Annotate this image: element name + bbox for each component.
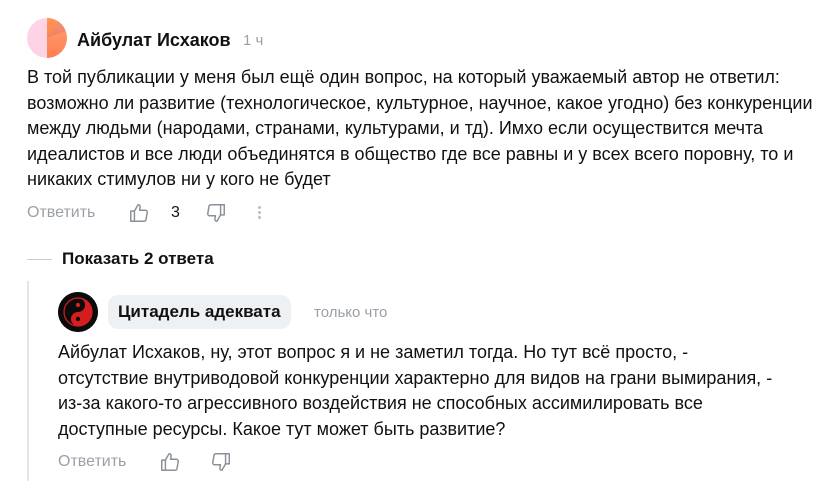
thumbs-up-icon	[130, 204, 148, 222]
reply-avatar[interactable]	[58, 292, 98, 332]
yin-yang-icon	[58, 292, 98, 332]
reply-dislike-button[interactable]	[210, 451, 232, 473]
dislike-button[interactable]	[205, 202, 227, 224]
thread-line	[27, 281, 29, 481]
like-button[interactable]	[128, 202, 150, 224]
more-vertical-icon	[258, 206, 261, 219]
reply-button[interactable]: Ответить	[27, 204, 95, 222]
reply-reply-button[interactable]: Ответить	[58, 453, 126, 471]
thread-divider	[27, 259, 52, 260]
comment-text: В той публикации у меня был ещё один воп…	[27, 67, 813, 189]
reply-like-button[interactable]	[159, 451, 181, 473]
more-button[interactable]	[258, 204, 261, 221]
like-count: 3	[171, 204, 180, 221]
comment-time: 1 ч	[243, 32, 264, 49]
reply-time: только что	[314, 304, 388, 321]
thumbs-up-icon	[161, 453, 179, 471]
thumbs-down-icon	[212, 453, 230, 471]
thumbs-down-icon	[207, 204, 225, 222]
comment-author[interactable]: Айбулат Исхаков	[77, 30, 231, 51]
reply-text: Айбулат Исхаков, ну, этот вопрос я и не …	[58, 342, 773, 439]
avatar[interactable]	[27, 18, 67, 58]
reply-author[interactable]: Цитадель адеквата	[108, 295, 291, 329]
show-replies-button[interactable]: Показать 2 ответа	[62, 249, 214, 269]
